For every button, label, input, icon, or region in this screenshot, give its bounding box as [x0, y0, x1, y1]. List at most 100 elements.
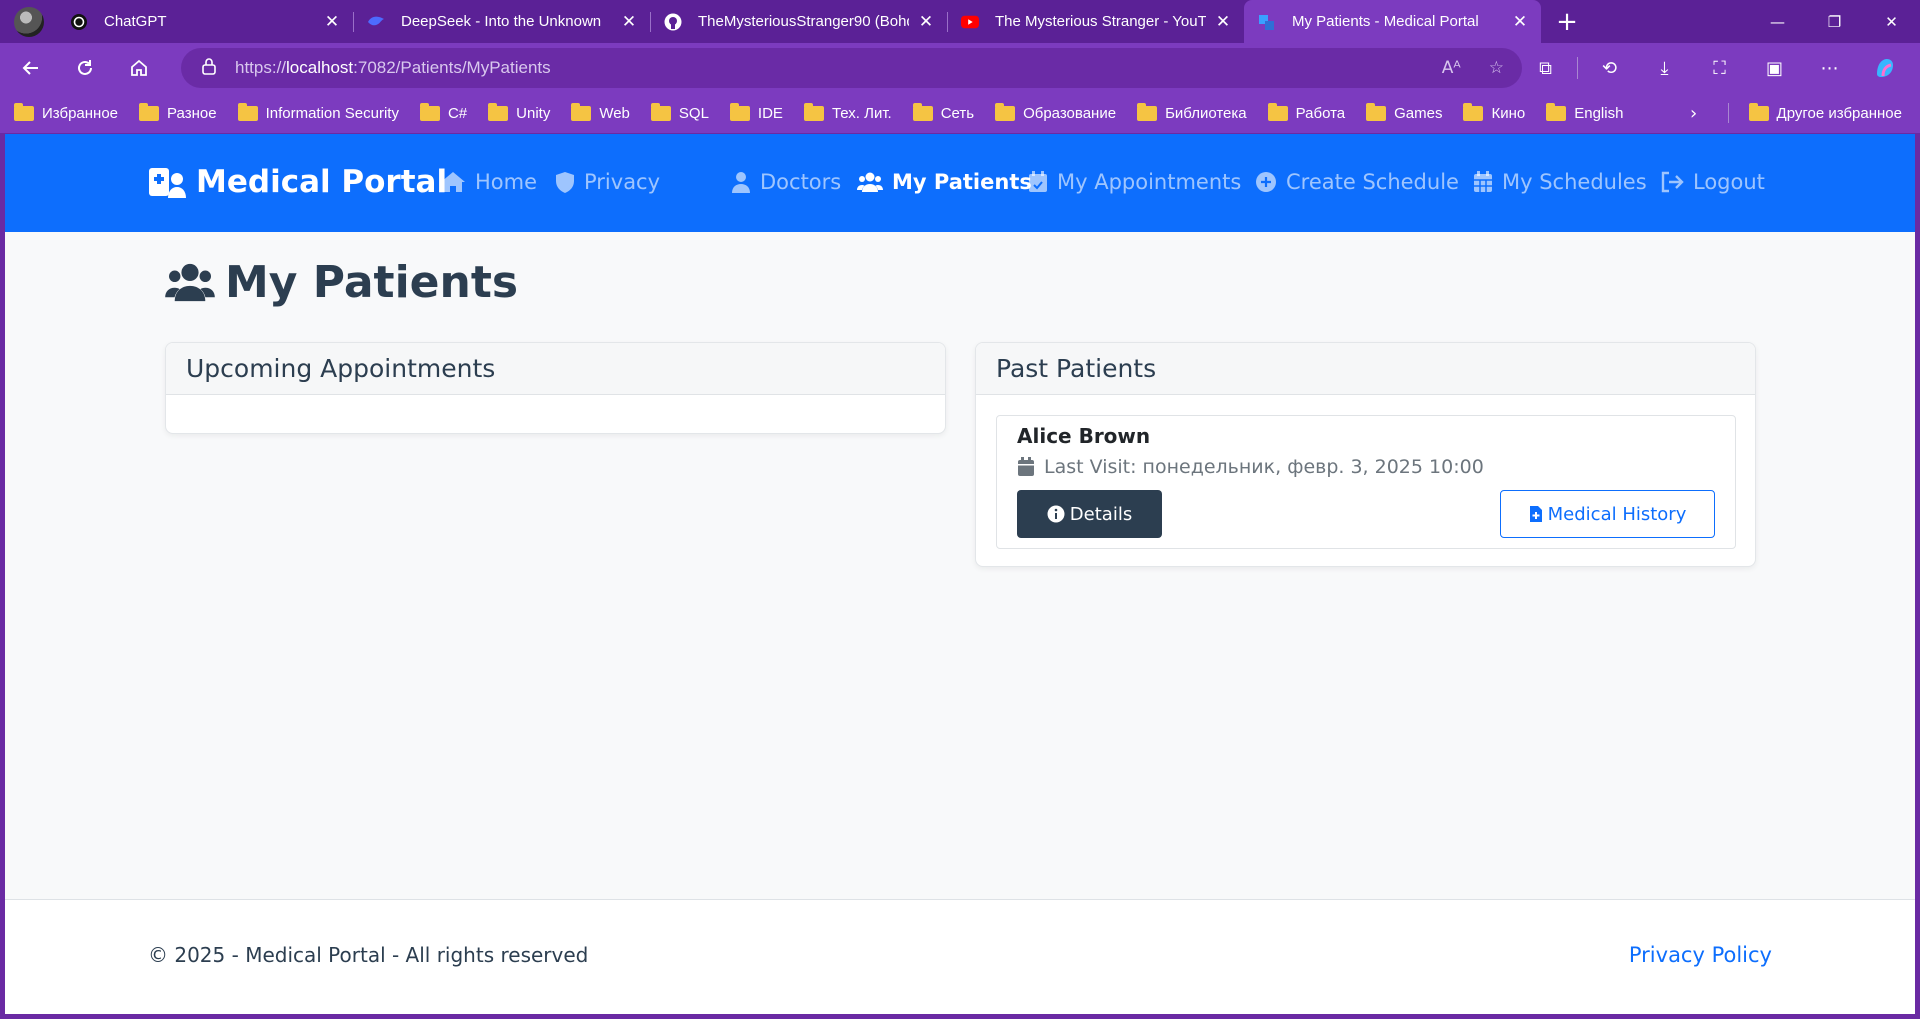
- nav-create-schedule[interactable]: Create Schedule: [1255, 164, 1459, 200]
- tab-deepseek[interactable]: DeepSeek - Into the Unknown ✕: [353, 0, 650, 43]
- copilot-icon[interactable]: [1857, 43, 1912, 93]
- nav-my-appointments[interactable]: My Appointments: [1028, 164, 1241, 200]
- lock-icon[interactable]: [201, 57, 217, 79]
- nav-privacy[interactable]: Privacy: [555, 164, 660, 200]
- bookmark-folder[interactable]: Работа: [1267, 102, 1346, 122]
- history-icon[interactable]: ⟲: [1582, 43, 1637, 93]
- home-icon: [441, 172, 465, 192]
- tab-chatgpt[interactable]: ChatGPT ✕: [56, 0, 353, 43]
- nav-label: My Schedules: [1502, 170, 1647, 194]
- bookmark-label: Кино: [1491, 104, 1526, 122]
- nav-label: Doctors: [760, 170, 842, 194]
- bookmark-folder[interactable]: Образование: [995, 102, 1116, 122]
- medical-history-button[interactable]: Medical History: [1500, 490, 1715, 538]
- nav-label: Privacy: [584, 170, 661, 194]
- details-button-label: Details: [1069, 503, 1133, 525]
- more-menu-icon[interactable]: ⋯: [1802, 43, 1857, 93]
- close-icon[interactable]: ✕: [915, 11, 937, 33]
- bookmark-folder[interactable]: Избранное: [14, 102, 119, 122]
- nav-doctors[interactable]: Doctors: [731, 164, 841, 200]
- privacy-policy-link[interactable]: Privacy Policy: [1629, 943, 1772, 967]
- address-toolbar: https://localhost:7082/Patients/MyPatien…: [0, 43, 1920, 93]
- minimize-icon[interactable]: —: [1749, 0, 1806, 43]
- new-tab-button[interactable]: +: [1547, 2, 1587, 42]
- folder-icon: [488, 102, 509, 121]
- users-icon: [857, 172, 883, 192]
- read-aloud-icon[interactable]: Aᴬ: [1442, 58, 1461, 78]
- tab-my-patients[interactable]: My Patients - Medical Portal ✕: [1244, 0, 1541, 43]
- upcoming-appointments-card: Upcoming Appointments: [165, 342, 946, 434]
- bookmark-folder[interactable]: Кино: [1463, 102, 1526, 122]
- restore-icon[interactable]: ❐: [1806, 0, 1863, 43]
- other-bookmarks-folder[interactable]: Другое избранное: [1748, 93, 1902, 133]
- address-bar[interactable]: https://localhost:7082/Patients/MyPatien…: [181, 48, 1522, 88]
- folder-icon: [571, 102, 592, 121]
- folder-icon: [995, 102, 1016, 121]
- bookmark-folder[interactable]: Библиотека: [1137, 102, 1247, 122]
- page-footer: © 2025 - Medical Portal - All rights res…: [5, 899, 1915, 1014]
- bookmark-label: SQL: [678, 104, 709, 122]
- url-text: https://localhost:7082/Patients/MyPatien…: [235, 58, 551, 78]
- extensions-icon[interactable]: ⧉: [1518, 43, 1573, 93]
- info-circle-icon: [1047, 505, 1065, 523]
- page-title: My Patients: [165, 252, 518, 312]
- bookmark-label: Избранное: [42, 104, 119, 122]
- folder-icon: [912, 102, 933, 121]
- bookmark-folder[interactable]: Web: [571, 102, 630, 122]
- shield-icon: [556, 172, 574, 193]
- nav-label: Home: [475, 170, 538, 194]
- folder-icon: [650, 102, 671, 121]
- calendar-grid-icon: [1474, 171, 1492, 192]
- bookmark-folder[interactable]: Тех. Лит.: [803, 102, 892, 122]
- bookmark-label: Работа: [1295, 104, 1346, 122]
- chevron-right-icon[interactable]: ›: [1690, 93, 1697, 133]
- bookmark-folder[interactable]: Games: [1366, 102, 1442, 122]
- file-medical-icon: [1529, 506, 1542, 522]
- bookmark-folder[interactable]: Unity: [488, 102, 550, 122]
- bookmark-folder[interactable]: Разное: [139, 102, 217, 122]
- bookmark-label: Web: [599, 104, 630, 122]
- home-button[interactable]: [116, 48, 162, 88]
- nav-home[interactable]: Home: [440, 164, 537, 200]
- page-title-text: My Patients: [225, 256, 519, 308]
- back-button[interactable]: [8, 48, 54, 88]
- bookmark-label: Сеть: [940, 104, 975, 122]
- favorite-star-icon[interactable]: ☆: [1489, 58, 1504, 78]
- bookmark-folder[interactable]: SQL: [650, 102, 709, 122]
- bookmark-folder[interactable]: Сеть: [912, 102, 975, 122]
- tab-youtube[interactable]: The Mysterious Stranger - YouTub ✕: [947, 0, 1244, 43]
- bookmark-folder[interactable]: IDE: [729, 102, 783, 122]
- bookmark-folder[interactable]: C#: [419, 102, 467, 122]
- copyright-text: © 2025 - Medical Portal - All rights res…: [148, 943, 589, 967]
- last-visit-text: Last Visit: понедельник, февр. 3, 2025 1…: [1044, 456, 1484, 478]
- brand-link[interactable]: Medical Portal: [148, 162, 447, 202]
- close-window-icon[interactable]: ✕: [1863, 0, 1920, 43]
- folder-icon: [1366, 102, 1387, 121]
- card-title: Past Patients: [996, 354, 1157, 383]
- details-button[interactable]: Details: [1017, 490, 1162, 538]
- bookmark-folder[interactable]: English: [1546, 102, 1623, 122]
- nav-label: My Patients: [892, 170, 1032, 194]
- tab-title: The Mysterious Stranger - YouTub: [995, 13, 1206, 30]
- nav-my-schedules[interactable]: My Schedules: [1473, 164, 1647, 200]
- card-title: Upcoming Appointments: [186, 354, 496, 383]
- reload-button[interactable]: [62, 48, 108, 88]
- browser-tab-strip: ChatGPT ✕ DeepSeek - Into the Unknown ✕ …: [0, 0, 1920, 43]
- profile-avatar[interactable]: [14, 6, 44, 37]
- close-icon[interactable]: ✕: [1509, 11, 1531, 33]
- browser-tools: ⧉ ⟲ ⤓ ⛶ ▣ ⋯: [1518, 43, 1912, 93]
- folder-icon: [1463, 102, 1484, 121]
- collections-icon[interactable]: ▣: [1747, 43, 1802, 93]
- bookmark-folder[interactable]: Information Security: [237, 102, 399, 122]
- screenshot-icon[interactable]: ⛶: [1692, 43, 1747, 93]
- window-controls: — ❐ ✕: [1749, 0, 1920, 43]
- close-icon[interactable]: ✕: [1212, 11, 1234, 33]
- nav-logout[interactable]: Logout: [1660, 164, 1765, 200]
- close-icon[interactable]: ✕: [618, 11, 640, 33]
- nav-my-patients[interactable]: My Patients: [857, 164, 1032, 200]
- downloads-icon[interactable]: ⤓: [1637, 43, 1692, 93]
- tab-github[interactable]: TheMysteriousStranger90 (Bohdan ✕: [650, 0, 947, 43]
- close-icon[interactable]: ✕: [321, 11, 343, 33]
- folder-icon: [1546, 102, 1567, 121]
- bookmark-label: Information Security: [265, 104, 399, 122]
